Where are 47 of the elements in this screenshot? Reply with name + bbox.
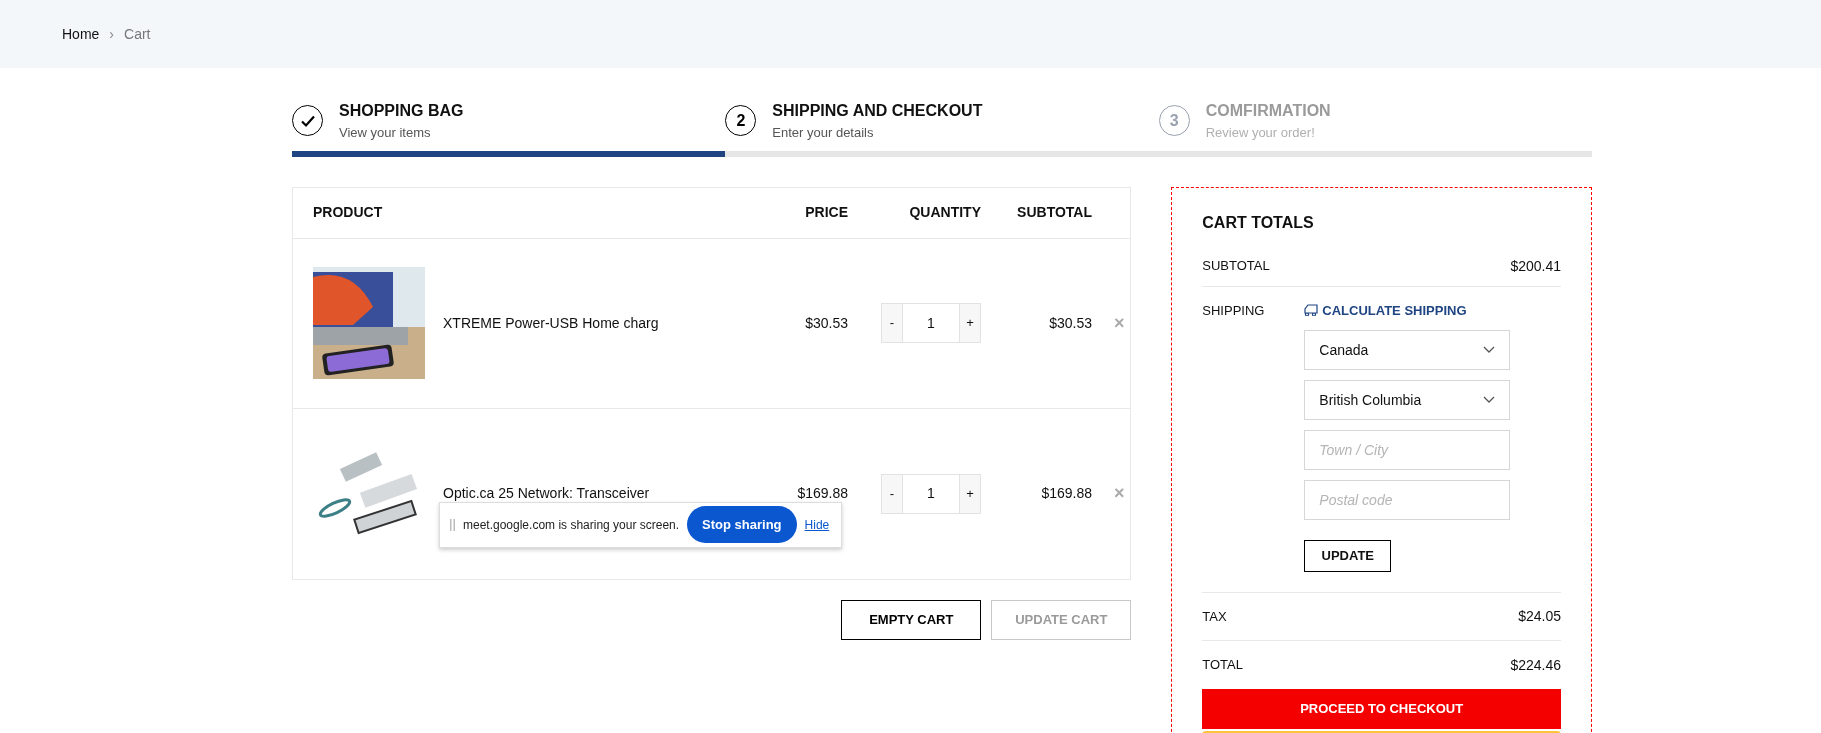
tax-label: TAX (1202, 607, 1227, 626)
hide-link[interactable]: Hide (804, 515, 830, 534)
product-name[interactable]: Optic.ca 25 Network: Transceiver (443, 483, 793, 504)
chevron-down-icon (1483, 346, 1496, 354)
product-subtotal: $30.53 (1048, 313, 1092, 333)
product-name[interactable]: XTREME Power-USB Home charg (443, 312, 793, 334)
subtotal-label: SUBTOTAL (1202, 257, 1270, 276)
chevron-down-icon (1483, 396, 1496, 404)
step-subtitle: Enter your details (772, 124, 875, 142)
column-header: PRICE (804, 203, 848, 222)
step-title: SHIPPING AND CHECKOUT (772, 101, 983, 121)
cart-totals-title: CART TOTALS (1202, 212, 1315, 233)
step-title: COMFIRMATION (1205, 101, 1331, 121)
product-price: $169.88 (796, 484, 848, 503)
product-price: $30.53 (804, 313, 848, 333)
truck-icon (1304, 304, 1319, 317)
quantity-field[interactable]: 1 (903, 304, 959, 342)
decrease-button[interactable]: - (882, 304, 903, 342)
increase-button[interactable]: + (959, 474, 980, 513)
share-message: meet.google.com is sharing your screen. (463, 516, 680, 534)
product-subtotal: $169.88 (1040, 484, 1092, 503)
country-select[interactable]: Canada (1304, 330, 1511, 370)
quantity-field[interactable]: 1 (903, 474, 959, 513)
shipping-label: SHIPPING (1202, 301, 1266, 320)
update-button[interactable]: UPDATE (1304, 540, 1392, 572)
calculate-shipping-link[interactable]: CALCULATE SHIPPING (1304, 300, 1511, 320)
stop-sharing-button[interactable]: Stop sharing (687, 506, 797, 543)
postal-code-field[interactable]: Postal code (1304, 480, 1511, 520)
total-label: TOTAL (1202, 656, 1243, 675)
drag-handle-icon[interactable] (450, 518, 455, 531)
increase-button[interactable]: + (959, 304, 980, 342)
city-field[interactable]: Town / City (1304, 430, 1511, 470)
step-subtitle: Review your order! (1205, 124, 1316, 142)
province-select[interactable]: British Columbia (1304, 380, 1511, 420)
step-title: SHOPPING BAG (339, 101, 464, 121)
empty-cart-button[interactable]: EMPTY CART (841, 599, 982, 640)
breadcrumb-link[interactable]: Home (62, 23, 100, 45)
tax-value: $24.05 (1518, 607, 1561, 626)
proceed-to-checkout-button[interactable]: PROCEED TO CHECKOUT (1202, 689, 1561, 729)
column-header: SUBTOTAL (1016, 203, 1092, 222)
total-value: $224.46 (1510, 655, 1561, 675)
breadcrumb-separator: › (109, 24, 115, 44)
step-subtitle: View your items (339, 124, 432, 142)
column-header: PRODUCT (312, 203, 384, 222)
subtotal-value: $200.41 (1510, 256, 1561, 276)
decrease-button[interactable]: - (882, 474, 903, 513)
column-header: QUANTITY (908, 203, 981, 222)
